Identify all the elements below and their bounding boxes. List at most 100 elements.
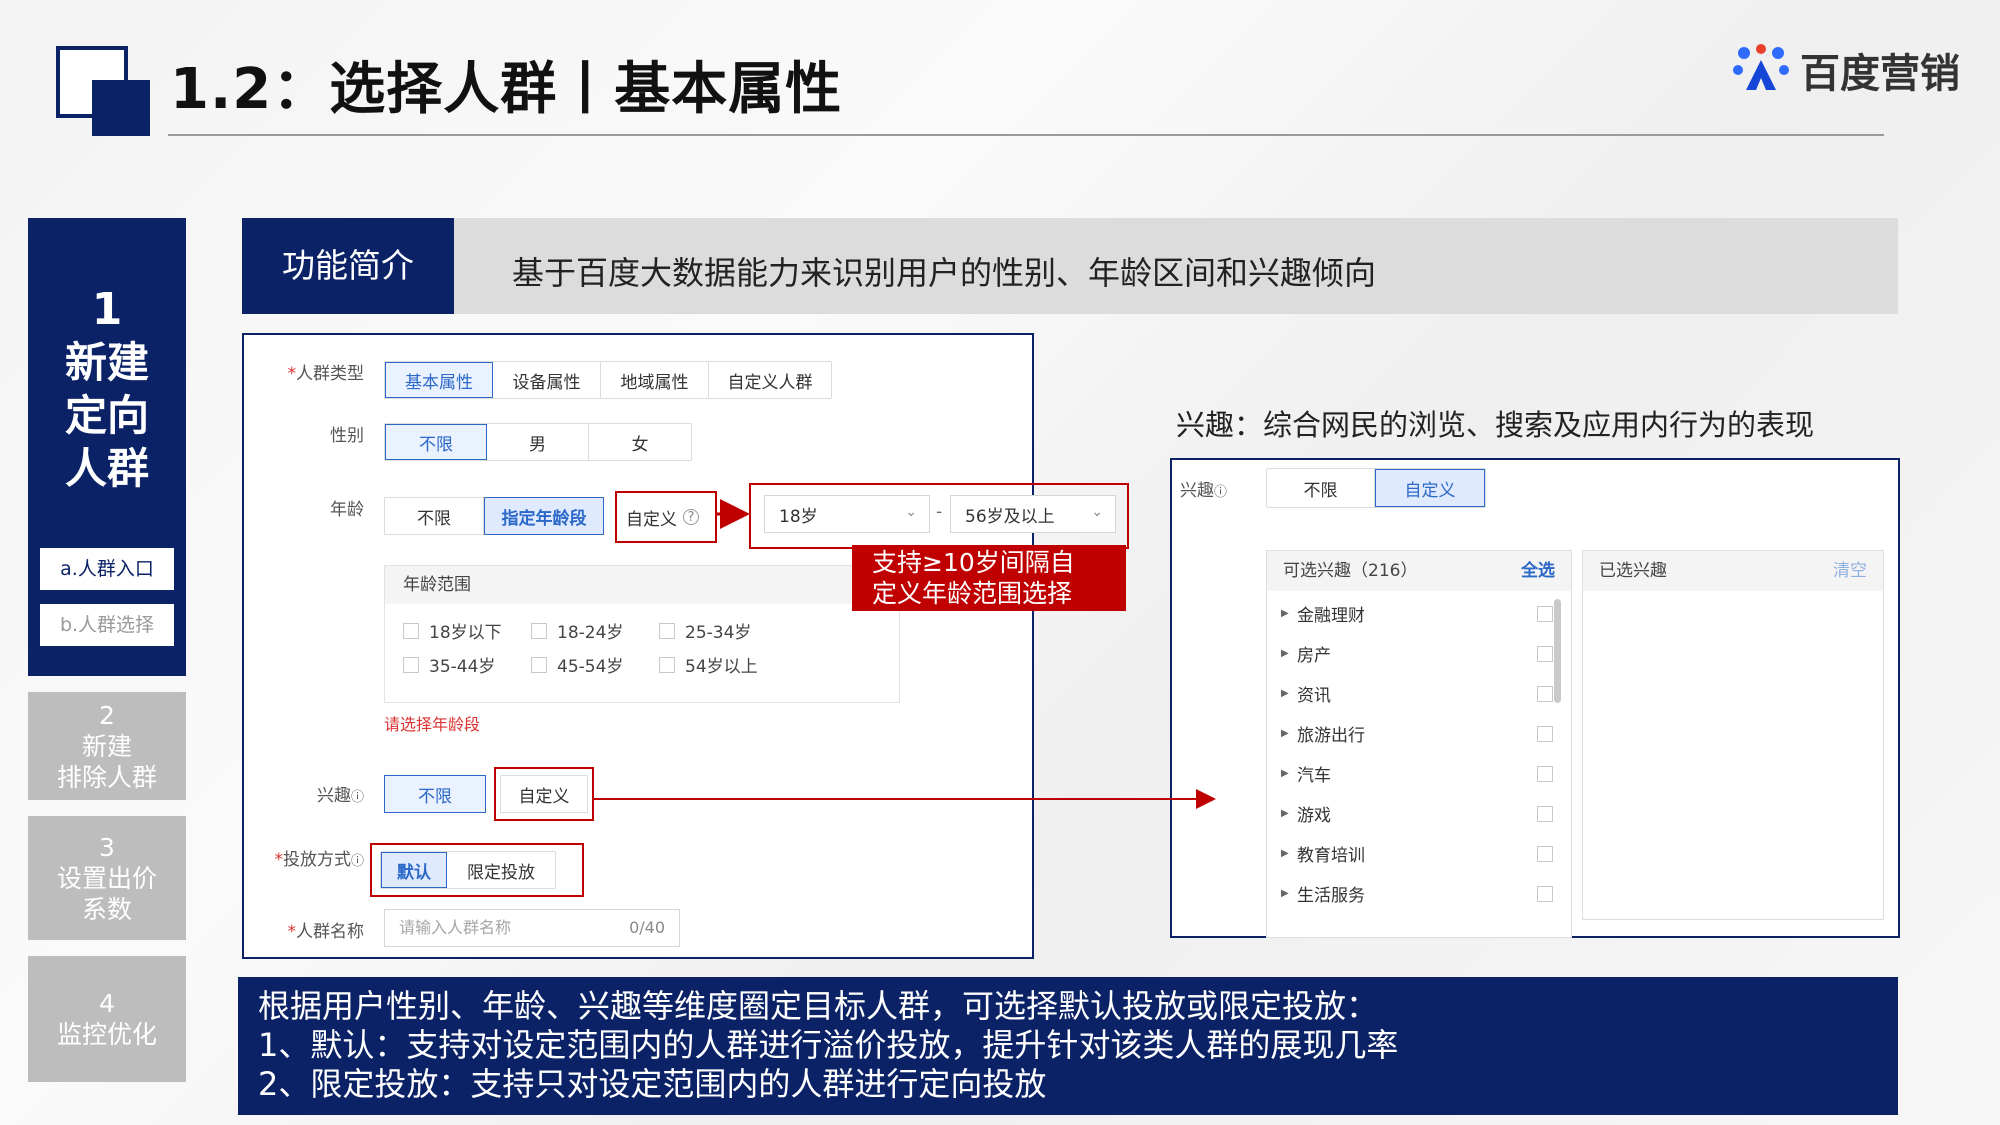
interest-item[interactable]: ▶ 生活服务 (1281, 881, 1561, 906)
age-range-title: 年龄范围 (385, 566, 899, 604)
interest-item[interactable]: ▶ 游戏 (1281, 801, 1561, 826)
interest-item[interactable]: ▶ 资讯 (1281, 681, 1561, 706)
tab-device-attributes[interactable]: 设备属性 (493, 362, 601, 398)
tab-custom-crowd[interactable]: 自定义人群 (709, 362, 831, 398)
age-range-box: 年龄范围 18岁以下 18-24岁 25-34岁 35-44岁 45-54岁 5… (384, 565, 900, 703)
page-title: 1.2：选择人群丨基本属性 (170, 57, 843, 122)
crowd-type-label: *人群类型 (287, 364, 365, 384)
checkbox-icon[interactable] (1537, 725, 1553, 742)
caret-right-icon: ▶ (1281, 808, 1289, 819)
interest-item[interactable]: ▶ 教育培训 (1281, 841, 1561, 866)
available-interests-title: 可选兴趣（216） (1283, 561, 1418, 581)
nav-sub-item-crowd-select[interactable]: b.人群选择 (40, 604, 174, 646)
age-range-checkbox[interactable]: 25-34岁 (659, 618, 751, 643)
checkbox-icon[interactable] (1537, 765, 1553, 782)
logo-square-filled (92, 80, 150, 136)
callout-line: 定义年龄范围选择 (872, 579, 1073, 608)
crowd-name-char-count: 0/40 (629, 918, 665, 937)
baidu-paw-icon (1733, 44, 1789, 90)
chevron-down-icon: ⌄ (1091, 504, 1103, 520)
gender-male-option[interactable]: 男 (487, 424, 589, 460)
checkbox-icon[interactable] (1537, 885, 1553, 902)
crowd-type-tabs: 基本属性 设备属性 地域属性 自定义人群 (384, 361, 832, 399)
interest-note: 兴趣：综合网民的浏览、搜索及应用内行为的表现 (1176, 408, 1815, 442)
delivery-restricted-option[interactable]: 限定投放 (447, 852, 555, 888)
age-options: 不限 指定年龄段 (384, 497, 604, 535)
delivery-options: 默认 限定投放 (380, 851, 556, 889)
nav-sub-item-crowd-entry[interactable]: a.人群入口 (40, 548, 174, 590)
interest-panel: 兴趣ⓘ 不限 自定义 可选兴趣（216） 全选 ▶ 金融理财 ▶ 房产 ▶ 资讯 ▶ 旅… (1170, 458, 1900, 938)
caret-right-icon: ▶ (1281, 608, 1289, 619)
checkbox-icon (531, 656, 547, 673)
caret-right-icon: ▶ (1281, 888, 1289, 899)
age-from-select[interactable]: 18岁 ⌄ (764, 495, 930, 533)
crowd-name-label: *人群名称 (287, 922, 365, 942)
age-range-option[interactable]: 指定年龄段 (484, 497, 604, 535)
nav-step-title-line: 定向 (64, 391, 149, 440)
crowd-name-input[interactable]: 请输入人群名称 0/40 (384, 909, 680, 947)
gender-label: 性别 (330, 426, 364, 446)
checkbox-icon (403, 656, 419, 673)
chevron-down-icon: ⌄ (905, 504, 917, 520)
age-custom-option[interactable]: 自定义 ? (626, 499, 699, 535)
checkbox-icon[interactable] (1537, 685, 1553, 702)
age-range-checkbox[interactable]: 18岁以下 (403, 618, 502, 643)
interest-item[interactable]: ▶ 房产 (1281, 641, 1561, 666)
nav-step-number: 3 (99, 832, 115, 862)
checkbox-icon[interactable] (1537, 605, 1553, 622)
nav-step-title-line: 排除人群 (56, 762, 157, 792)
description-line: 根据用户性别、年龄、兴趣等维度圈定目标人群，可选择默认投放或限定投放： (258, 987, 1379, 1025)
nav-step-number: 4 (99, 989, 115, 1018)
interest-item[interactable]: ▶ 汽车 (1281, 761, 1561, 786)
age-range-checkbox[interactable]: 35-44岁 (403, 652, 495, 677)
nav-step-number: 2 (99, 700, 115, 730)
available-interests-list: 可选兴趣（216） 全选 ▶ 金融理财 ▶ 房产 ▶ 资讯 ▶ 旅游出行 ▶ 汽车 ▶ 游戏… (1266, 550, 1572, 938)
nav-step-2[interactable]: 2 新建 排除人群 (28, 692, 186, 800)
title-divider (168, 134, 1884, 136)
interest-panel-custom-option[interactable]: 自定义 (1375, 469, 1485, 507)
checkbox-icon (659, 656, 675, 673)
age-label: 年龄 (330, 500, 364, 520)
delivery-default-option[interactable]: 默认 (381, 852, 447, 888)
age-range-checkbox[interactable]: 45-54岁 (531, 652, 623, 677)
checkbox-icon[interactable] (1537, 845, 1553, 862)
interest-custom-option[interactable]: 自定义 (500, 775, 588, 813)
interest-unlimited-option[interactable]: 不限 (384, 775, 486, 813)
checkbox-icon[interactable] (1537, 805, 1553, 822)
description-line: 1、默认：支持对设定范围内的人群进行溢价投放，提升针对该类人群的展现几率 (258, 1026, 1399, 1064)
age-range-checkbox[interactable]: 18-24岁 (531, 618, 623, 643)
nav-step-4[interactable]: 4 监控优化 (28, 956, 186, 1082)
age-range-checkbox[interactable]: 54岁以上 (659, 652, 758, 677)
selected-interests-header: 已选兴趣 清空 (1583, 551, 1883, 591)
nav-step-3[interactable]: 3 设置出价 系数 (28, 816, 186, 940)
available-interests-header: 可选兴趣（216） 全选 (1267, 551, 1571, 591)
nav-step-title-line: 监控优化 (56, 1020, 157, 1049)
age-to-select[interactable]: 56岁及以上 ⌄ (950, 495, 1116, 533)
nav-step-number: 1 (91, 284, 123, 335)
age-range-separator: - (936, 502, 943, 522)
intro-label: 功能简介 (242, 218, 454, 314)
checkbox-icon[interactable] (1537, 645, 1553, 662)
caret-right-icon: ▶ (1281, 648, 1289, 659)
tab-region-attributes[interactable]: 地域属性 (601, 362, 709, 398)
interest-item[interactable]: ▶ 旅游出行 (1281, 721, 1561, 746)
gender-female-option[interactable]: 女 (589, 424, 691, 460)
interest-label: 兴趣ⓘ (316, 786, 364, 806)
nav-step-title-line: 设置出价 (56, 863, 157, 893)
help-icon[interactable]: ? (683, 509, 699, 525)
feature-description: 根据用户性别、年龄、兴趣等维度圈定目标人群，可选择默认投放或限定投放： 1、默认… (238, 977, 1898, 1115)
select-all-button[interactable]: 全选 (1521, 551, 1555, 591)
caret-right-icon: ▶ (1281, 688, 1289, 699)
interest-item[interactable]: ▶ 金融理财 (1281, 601, 1561, 626)
gender-unlimited-option[interactable]: 不限 (385, 424, 487, 460)
clear-button[interactable]: 清空 (1833, 551, 1867, 591)
caret-right-icon: ▶ (1281, 848, 1289, 859)
brand-name: 百度营销 (1800, 51, 1960, 97)
age-unlimited-option[interactable]: 不限 (384, 497, 484, 535)
nav-step-1[interactable]: 1 新建 定向 人群 a.人群入口 b.人群选择 (28, 218, 186, 676)
gender-options: 不限 男 女 (384, 423, 692, 461)
interest-panel-unlimited-option[interactable]: 不限 (1267, 469, 1375, 507)
brand-logo: 百度营销 (1732, 44, 1960, 97)
nav-step-title-line: 新建 (81, 731, 132, 761)
tab-basic-attributes[interactable]: 基本属性 (385, 362, 493, 398)
